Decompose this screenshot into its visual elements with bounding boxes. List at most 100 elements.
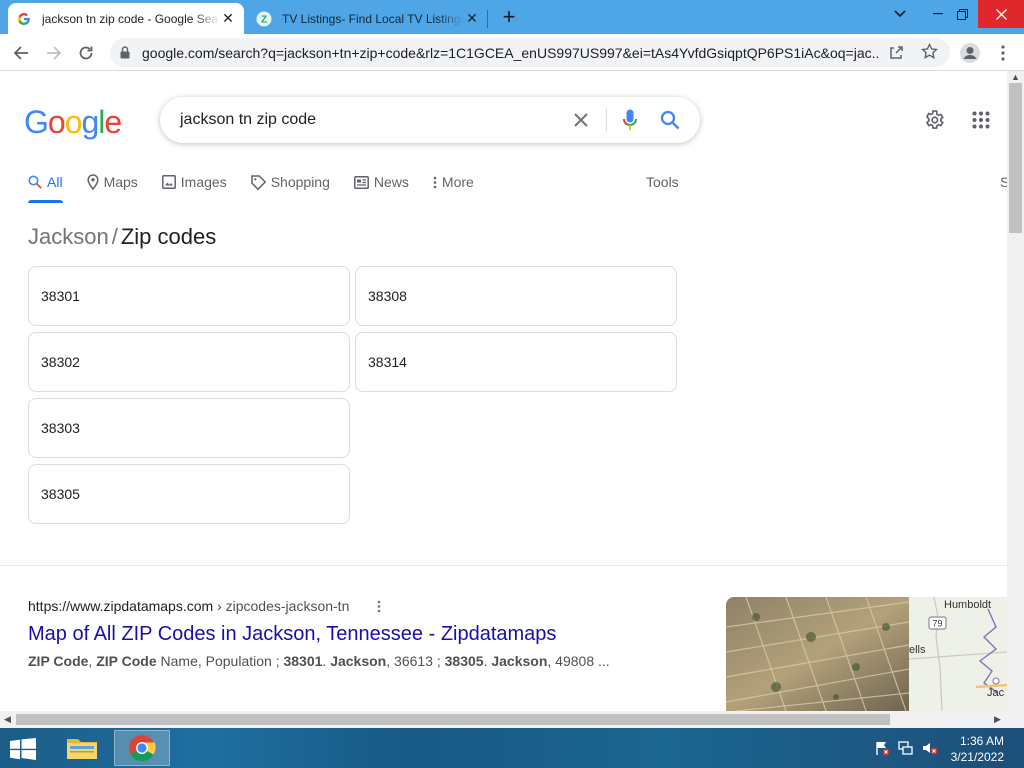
aerial-city-image [726, 597, 910, 711]
map-partial-label: ells [909, 644, 926, 656]
search-results-page: Google jackson tn zip code All Maps Imag… [0, 71, 1007, 711]
snippet-bold: Jackson [491, 653, 548, 669]
tab-search-chevron-icon[interactable] [880, 0, 920, 28]
system-clock[interactable]: 1:36 AM 3/21/2022 [951, 733, 1004, 765]
tag-icon [250, 174, 266, 190]
clock-time: 1:36 AM [959, 734, 1004, 748]
tab-label: Shopping [270, 174, 330, 190]
snippet-bold: 38305 [444, 653, 484, 669]
breadcrumb-separator: / [111, 224, 118, 249]
search-input[interactable]: jackson tn zip code [180, 111, 316, 129]
tab-more[interactable]: More [433, 171, 474, 193]
back-button[interactable] [8, 40, 34, 66]
snippet-bold: Jackson [330, 653, 387, 669]
tab-separator [487, 10, 488, 28]
search-icon[interactable] [658, 108, 682, 132]
tab-images[interactable]: Images [161, 171, 227, 193]
horizontal-scroll-thumb[interactable] [16, 714, 890, 725]
browser-toolbar: google.com/search?q=jackson+tn+zip+code&… [0, 34, 1024, 71]
search-nav-tabs: All Maps Images Shopping News More [28, 171, 498, 203]
horizontal-scrollbar[interactable]: ◀ ▶ [0, 711, 1024, 728]
search-icon [28, 175, 42, 189]
close-tab-icon[interactable]: ✕ [220, 10, 236, 27]
breadcrumb-topic: Zip codes [120, 224, 217, 249]
scroll-right-arrow-icon[interactable]: ▶ [994, 714, 1001, 725]
map-thumbnail-image: Humboldt 79 ells Jac [908, 597, 1007, 711]
breadcrumb-place[interactable]: Jackson [28, 224, 109, 249]
tab-label: Maps [103, 174, 138, 190]
tab-title: jackson tn zip code - Google Search [42, 11, 220, 26]
new-tab-button[interactable]: + [498, 4, 520, 29]
google-apps-icon[interactable] [969, 108, 993, 132]
clipped-nav-label[interactable]: S [1000, 171, 1007, 193]
snippet-bold: ZIP Code [28, 653, 89, 669]
chrome-menu-icon[interactable] [990, 40, 1016, 66]
map-pin-icon [87, 174, 99, 190]
microphone-icon[interactable] [618, 108, 642, 132]
section-divider [0, 565, 1007, 566]
tab-news[interactable]: News [353, 171, 409, 193]
tools-button[interactable]: Tools [646, 171, 679, 193]
image-icon [161, 175, 176, 189]
google-favicon-icon [16, 11, 32, 27]
share-icon[interactable] [888, 44, 904, 65]
map-town-label: Humboldt [944, 599, 991, 611]
profile-avatar-icon[interactable] [957, 40, 983, 66]
zip-code-card[interactable]: 38302 [28, 332, 350, 392]
zip-code-card[interactable]: 38308 [355, 266, 677, 326]
result-site: https://www.zipdatamaps.com [28, 598, 214, 614]
tab-shopping[interactable]: Shopping [250, 171, 330, 193]
result-snippet: ZIP Code, ZIP Code Name, Population ; 38… [28, 653, 610, 669]
settings-gear-icon[interactable] [922, 108, 946, 132]
zip-code-card[interactable]: 38305 [28, 464, 350, 524]
browser-window: jackson tn zip code - Google Search ✕ Z … [0, 0, 1024, 768]
google-logo[interactable]: Google [24, 104, 122, 141]
close-window-button[interactable] [978, 0, 1024, 28]
reload-button[interactable] [73, 40, 99, 66]
snippet-text: , 36613 ; [386, 653, 445, 669]
snippet-text: , 49808 ... [547, 653, 610, 669]
result-thumbnails[interactable]: Humboldt 79 ells Jac [726, 597, 1007, 711]
zip-code-card[interactable]: 38314 [355, 332, 677, 392]
address-bar[interactable]: google.com/search?q=jackson+tn+zip+code&… [110, 38, 950, 67]
result-path: › zipcodes-jackson-tn [213, 598, 350, 614]
tab-strip: jackson tn zip code - Google Search ✕ Z … [0, 0, 1024, 34]
search-box[interactable]: jackson tn zip code [160, 97, 700, 143]
snippet-bold: 38301 [283, 653, 323, 669]
divider [606, 108, 607, 132]
result-url[interactable]: https://www.zipdatamaps.com › zipcodes-j… [28, 598, 349, 614]
snippet-text: Name, Population ; [156, 653, 284, 669]
zip-code-card[interactable]: 38303 [28, 398, 350, 458]
network-icon[interactable] [898, 740, 914, 756]
scroll-left-arrow-icon[interactable]: ◀ [4, 714, 11, 725]
tv-guide-favicon-icon: Z [256, 11, 272, 27]
bookmark-star-icon[interactable] [921, 42, 938, 65]
tab-tv-listings[interactable]: Z TV Listings- Find Local TV Listings ✕ [248, 3, 488, 34]
scroll-up-arrow-icon[interactable]: ▲ [1011, 72, 1020, 82]
clear-search-icon[interactable] [569, 108, 593, 132]
restore-button[interactable] [942, 0, 982, 28]
close-tab-icon[interactable]: ✕ [464, 10, 480, 27]
file-explorer-icon[interactable] [54, 730, 110, 766]
tab-maps[interactable]: Maps [87, 171, 138, 193]
result-more-options-icon[interactable] [372, 598, 386, 614]
chrome-taskbar-icon[interactable] [114, 730, 170, 766]
tab-label: More [441, 174, 474, 190]
snippet-bold: ZIP Code [96, 653, 157, 669]
tab-label: All [47, 174, 63, 190]
action-center-flag-icon[interactable] [874, 740, 890, 756]
windows-start-icon[interactable] [6, 734, 40, 764]
clock-date: 3/21/2022 [950, 750, 1004, 764]
map-partial-label: Jac [987, 687, 1005, 699]
lock-icon[interactable] [120, 46, 130, 64]
vertical-scrollbar[interactable]: ▲ [1007, 71, 1024, 711]
zip-code-card[interactable]: 38301 [28, 266, 350, 326]
tab-google-search[interactable]: jackson tn zip code - Google Search ✕ [8, 3, 244, 34]
vertical-scroll-thumb[interactable] [1009, 83, 1022, 233]
forward-button[interactable] [41, 40, 67, 66]
breadcrumb: Jackson / Zip codes [28, 224, 216, 250]
tab-all[interactable]: All [28, 171, 63, 203]
result-title-link[interactable]: Map of All ZIP Codes in Jackson, Tenness… [28, 623, 556, 646]
windows-taskbar: 1:36 AM 3/21/2022 [0, 728, 1024, 768]
volume-muted-icon[interactable] [922, 740, 938, 756]
